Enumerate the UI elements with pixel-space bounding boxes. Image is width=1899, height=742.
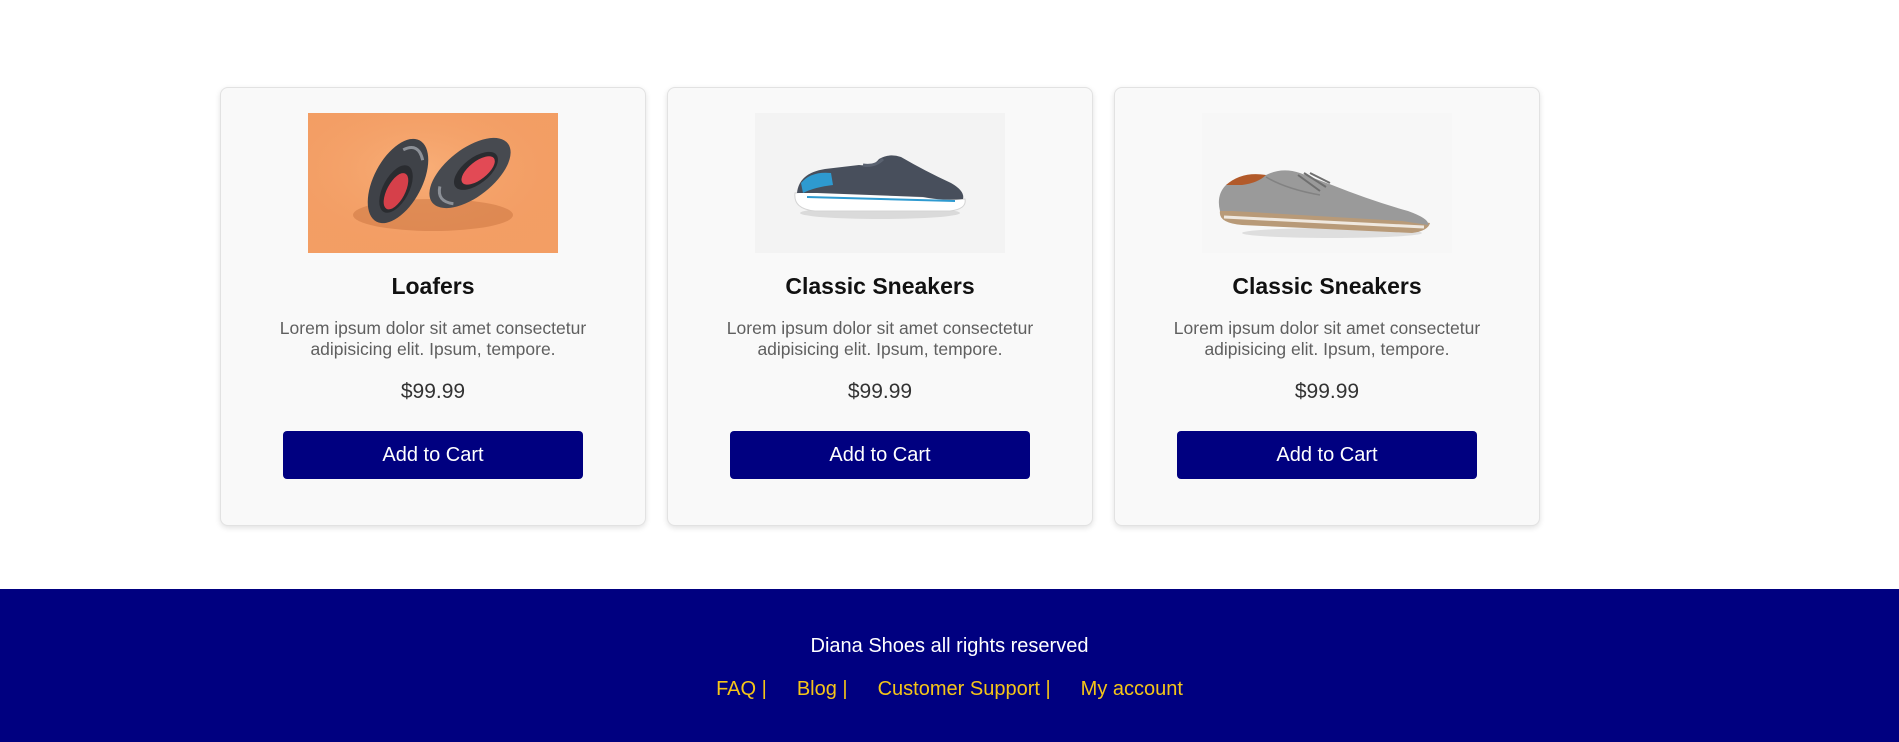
product-description: Lorem ipsum dolor sit amet consectetur a… — [279, 318, 587, 359]
product-description: Lorem ipsum dolor sit amet consectetur a… — [726, 318, 1034, 359]
add-to-cart-button[interactable]: Add to Cart — [283, 431, 583, 479]
product-image-derby[interactable] — [1202, 113, 1452, 253]
product-title: Loafers — [391, 273, 475, 299]
product-price: $99.99 — [1294, 380, 1360, 403]
product-card: Loafers Lorem ipsum dolor sit amet conse… — [220, 87, 646, 526]
footer-nav: FAQ | Blog | Customer Support | My accou… — [0, 677, 1899, 701]
product-price: $99.99 — [847, 380, 913, 403]
footer-copyright: Diana Shoes all rights reserved — [810, 635, 1089, 657]
product-title: Classic Sneakers — [785, 273, 975, 299]
footer-link-blog[interactable]: Blog | — [797, 677, 848, 701]
product-card: Classic Sneakers Lorem ipsum dolor sit a… — [667, 87, 1093, 526]
add-to-cart-button[interactable]: Add to Cart — [1177, 431, 1477, 479]
product-price: $99.99 — [400, 380, 466, 403]
product-description: Lorem ipsum dolor sit amet consectetur a… — [1173, 318, 1481, 359]
page: Loafers Lorem ipsum dolor sit amet conse… — [0, 0, 1899, 742]
product-title: Classic Sneakers — [1232, 273, 1422, 299]
product-grid: Loafers Lorem ipsum dolor sit amet conse… — [220, 87, 1540, 526]
product-image-loafers[interactable] — [308, 113, 558, 253]
add-to-cart-button[interactable]: Add to Cart — [730, 431, 1030, 479]
product-card: Classic Sneakers Lorem ipsum dolor sit a… — [1114, 87, 1540, 526]
footer-link-customer-support[interactable]: Customer Support | — [878, 677, 1051, 701]
footer-link-faq[interactable]: FAQ | — [716, 677, 767, 701]
site-footer: Diana Shoes all rights reserved FAQ | Bl… — [0, 589, 1899, 742]
footer-link-my-account[interactable]: My account — [1081, 677, 1183, 701]
product-image-sneaker[interactable] — [755, 113, 1005, 253]
